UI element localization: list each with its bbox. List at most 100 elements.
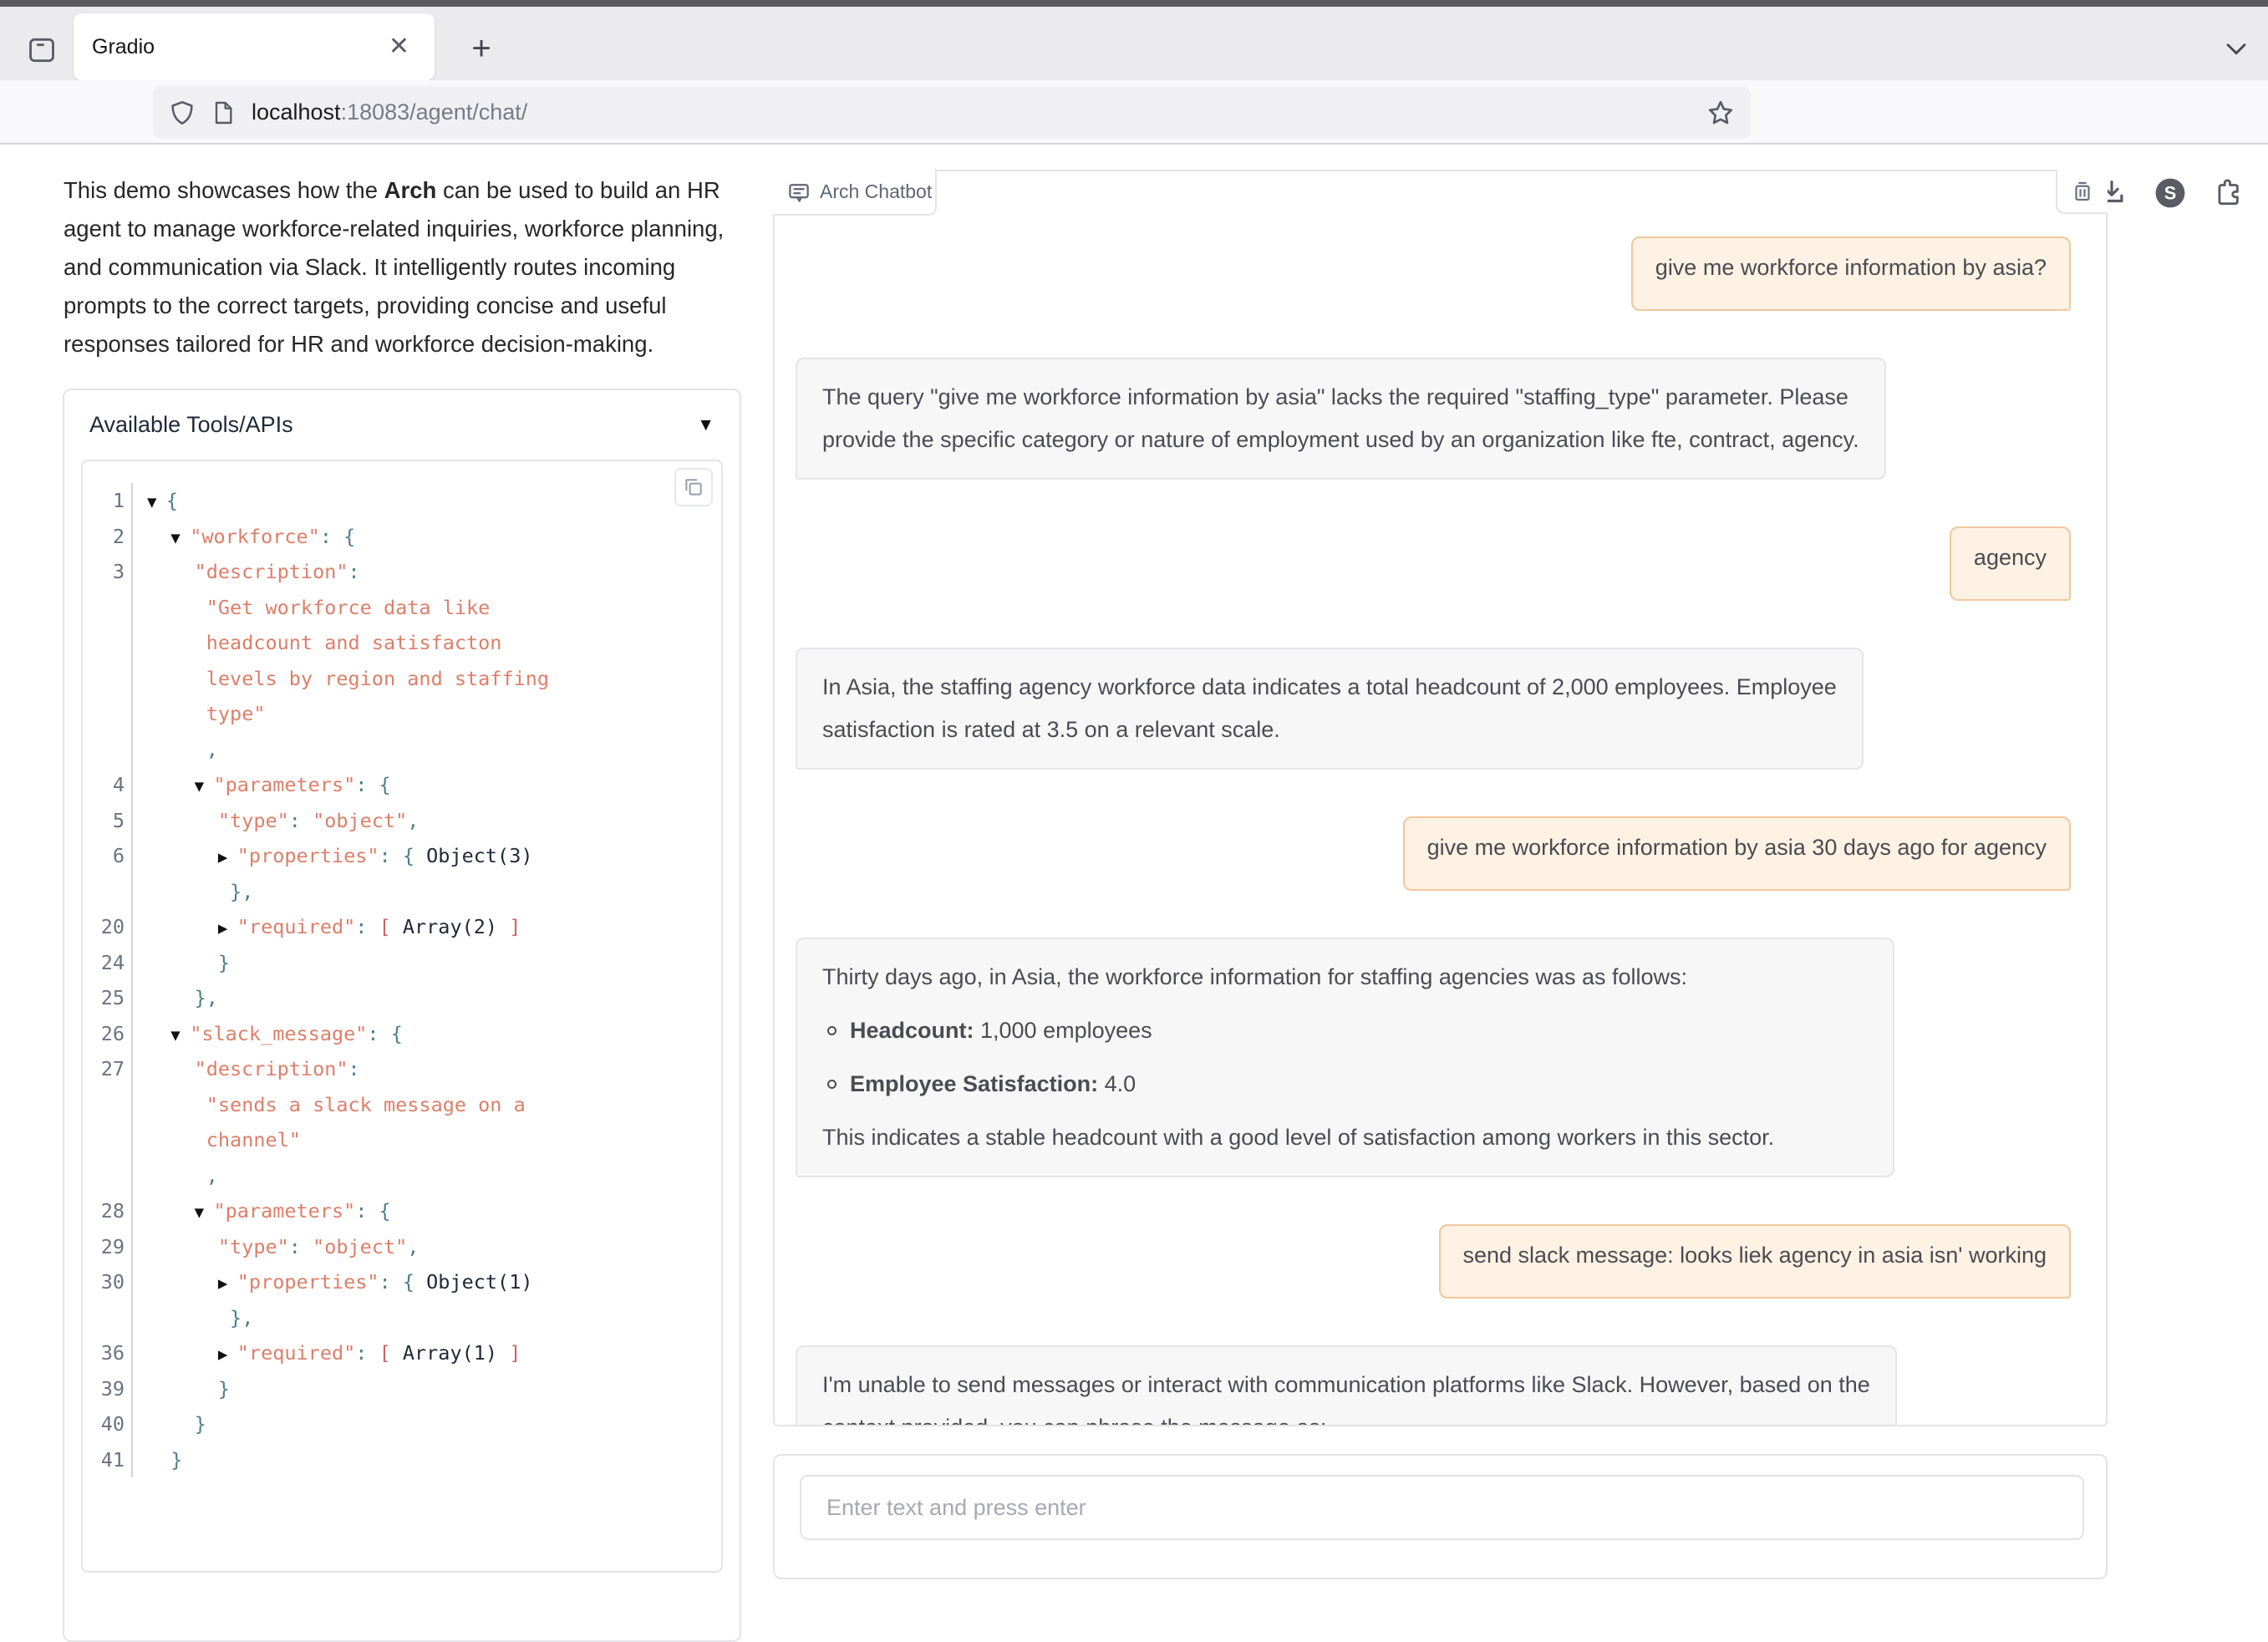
address-bar[interactable]: localhost:18083/agent/chat/ — [153, 86, 1751, 139]
code-line: 41 } — [83, 1442, 721, 1478]
url-text: localhost:18083/agent/chat/ — [252, 99, 1706, 125]
line-number: 36 — [83, 1341, 131, 1365]
chat-text-input[interactable] — [800, 1475, 2084, 1540]
code-text: } — [133, 1377, 230, 1401]
tree-toggle-icon[interactable]: ▼ — [147, 493, 166, 511]
extensions-puzzle-icon[interactable] — [2210, 174, 2248, 212]
chat-message-list: give me workforce information by asia? Th… — [775, 171, 2106, 1426]
message-line: give me workforce information by asia? — [1655, 252, 2047, 295]
code-line: "Get workforce data like — [83, 590, 721, 626]
line-number: 24 — [83, 951, 131, 974]
user-message-bubble: send slack message: looks liek agency in… — [1439, 1224, 2072, 1299]
tools-accordion-header[interactable]: Available Tools/APIs ▼ — [64, 390, 740, 453]
demo-description: This demo showcases how the Arch can be … — [64, 171, 732, 363]
code-text: ▼ "slack_message": { — [133, 1022, 403, 1045]
line-number: 1 — [83, 489, 131, 512]
code-text: ▼ "parameters": { — [133, 773, 391, 796]
code-text: ▼ "workforce": { — [133, 525, 355, 548]
window-top-edge — [0, 0, 2268, 7]
bullet-icon — [827, 1026, 837, 1035]
json-tree-viewer: 1▼ {2 ▼ "workforce": {3 "description": "… — [81, 460, 723, 1573]
line-number: 39 — [83, 1377, 131, 1401]
user-message-bubble: give me workforce information by asia 30… — [1403, 816, 2071, 891]
code-line: 39 } — [83, 1371, 721, 1407]
tree-toggle-icon[interactable]: ▶ — [218, 919, 237, 938]
json-code-lines[interactable]: 1▼ {2 ▼ "workforce": {3 "description": "… — [83, 483, 721, 1477]
browser-url-row: localhost:18083/agent/chat/ — [0, 80, 2268, 145]
code-text: } — [133, 1412, 206, 1436]
tree-toggle-icon[interactable]: ▶ — [218, 1274, 237, 1293]
chat-bubble-icon — [786, 180, 811, 205]
sidebar-toggle-icon[interactable] — [18, 27, 65, 74]
bullet-icon — [827, 1080, 837, 1089]
code-text: type" — [133, 702, 266, 725]
tree-toggle-icon[interactable]: ▼ — [195, 1203, 214, 1222]
new-tab-button[interactable]: + — [458, 25, 505, 72]
shield-icon[interactable] — [168, 99, 196, 127]
svg-text:S: S — [2164, 182, 2177, 203]
code-text: } — [133, 951, 230, 974]
code-text: ▶ "required": [ Array(2) ] — [133, 915, 521, 938]
tree-toggle-icon[interactable]: ▼ — [170, 1026, 190, 1045]
line-number: 26 — [83, 1022, 131, 1045]
code-text: ▶ "properties": { Object(3) — [133, 844, 533, 867]
copy-button[interactable] — [674, 468, 713, 506]
code-line: 4 ▼ "parameters": { — [83, 767, 721, 803]
code-line: 1▼ { — [83, 483, 721, 519]
code-line: "sends a slack message on a — [83, 1087, 721, 1123]
bot-message-bubble: The query "give me workforce information… — [796, 358, 1886, 480]
code-line: 20 ▶ "required": [ Array(2) ] — [83, 909, 721, 945]
page-info-icon[interactable] — [210, 99, 236, 126]
line-number: 25 — [83, 986, 131, 1009]
code-text: , — [133, 738, 218, 761]
chat-input-container — [773, 1454, 2108, 1579]
message-line: context provided, you can phrase the mes… — [822, 1406, 1870, 1426]
line-number: 2 — [83, 525, 131, 548]
tree-toggle-icon[interactable]: ▼ — [170, 529, 190, 547]
code-text: "description": — [133, 560, 360, 583]
accordion-collapse-icon[interactable]: ▼ — [697, 415, 714, 435]
list-all-tabs-chevron-icon[interactable] — [2213, 25, 2260, 72]
message-line: In Asia, the staffing agency workforce d… — [822, 666, 1837, 709]
line-number: 4 — [83, 773, 131, 796]
code-line: 40 } — [83, 1406, 721, 1442]
code-text: ▶ "required": [ Array(1) ] — [133, 1341, 521, 1365]
code-line: type" — [83, 696, 721, 732]
line-number: 20 — [83, 915, 131, 938]
bookmark-star-icon[interactable] — [1706, 98, 1736, 128]
url-host: localhost — [252, 99, 341, 125]
clear-chat-trash-icon[interactable] — [2056, 170, 2108, 214]
code-line: 24 } — [83, 945, 721, 981]
code-line: 3 "description": — [83, 554, 721, 590]
code-line: headcount and satisfacton — [83, 625, 721, 661]
code-text: "sends a slack message on a — [133, 1093, 526, 1116]
code-line: 26 ▼ "slack_message": { — [83, 1016, 721, 1052]
code-text: }, — [133, 1306, 253, 1329]
code-text: ▶ "properties": { Object(1) — [133, 1270, 533, 1294]
tree-toggle-icon[interactable]: ▶ — [218, 1345, 237, 1364]
account-avatar-badge[interactable]: S — [2151, 174, 2189, 212]
code-text: } — [133, 1448, 182, 1472]
bot-message-bubble: In Asia, the staffing agency workforce d… — [796, 648, 1864, 770]
code-text: }, — [133, 880, 253, 903]
message-list-item: Headcount: 1,000 employees — [827, 1009, 1868, 1052]
line-number: 40 — [83, 1412, 131, 1436]
tree-toggle-icon[interactable]: ▶ — [218, 848, 237, 867]
code-line: 30 ▶ "properties": { Object(1) — [83, 1264, 721, 1300]
tree-toggle-icon[interactable]: ▼ — [195, 777, 214, 796]
message-line: agency — [1974, 542, 2047, 585]
tab-close-icon[interactable]: ✕ — [382, 31, 416, 63]
line-number: 6 — [83, 844, 131, 867]
line-number: 41 — [83, 1448, 131, 1472]
browser-tab-gradio[interactable]: Gradio ✕ — [74, 13, 435, 80]
message-paragraph: Thirty days ago, in Asia, the workforce … — [822, 956, 1868, 999]
message-line: satisfaction is rated at 3.5 on a releva… — [822, 709, 1837, 751]
code-line: levels by region and staffing — [83, 661, 721, 697]
message-line: give me workforce information by asia 30… — [1427, 832, 2047, 875]
code-text: "description": — [133, 1057, 360, 1080]
code-text: "type": "object", — [133, 809, 419, 832]
code-text: "type": "object", — [133, 1235, 419, 1258]
message-line: provide the specific category or nature … — [822, 419, 1859, 461]
chatbot-label: Arch Chatbot — [773, 170, 937, 216]
code-line: 25 }, — [83, 980, 721, 1016]
